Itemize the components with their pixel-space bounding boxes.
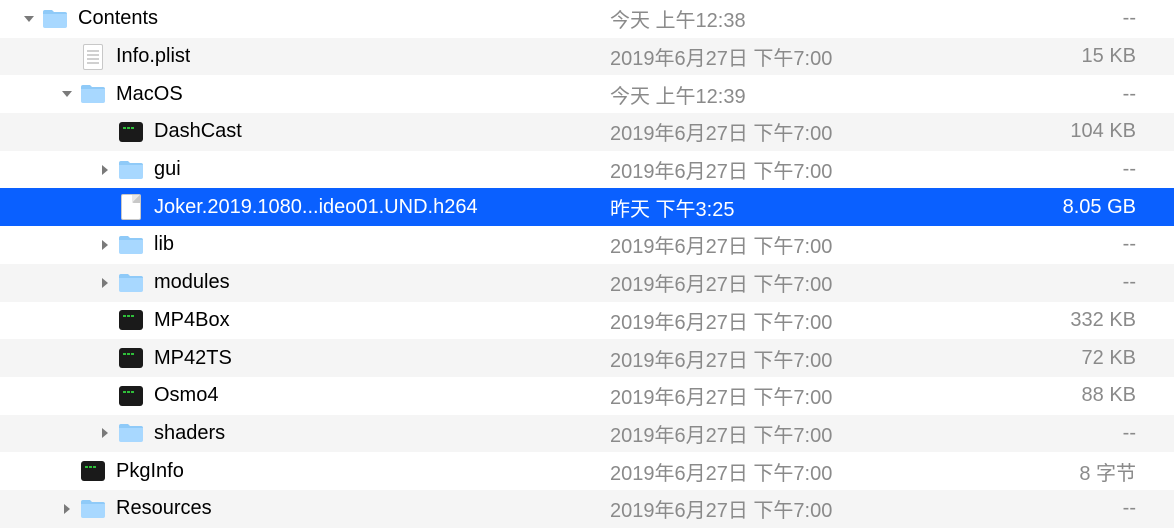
list-item[interactable]: MP42TS 2019年6月27日 下午7:0072 KB xyxy=(0,339,1174,377)
name-column: MacOS xyxy=(0,81,610,107)
item-name: Resources xyxy=(116,497,212,520)
item-name: gui xyxy=(154,158,181,181)
item-name: MP42TS xyxy=(154,347,232,370)
list-item[interactable]: MP4Box 2019年6月27日 下午7:00332 KB xyxy=(0,302,1174,340)
executable-icon xyxy=(118,119,144,145)
folder-icon xyxy=(118,270,144,296)
date-modified: 昨天 下午3:25 xyxy=(610,193,910,222)
file-size: 8.05 GB xyxy=(910,196,1174,219)
chevron-right-icon[interactable] xyxy=(96,274,114,292)
list-item[interactable]: Info.plist 2019年6月27日 下午7:0015 KB xyxy=(0,38,1174,76)
date-modified: 2019年6月27日 下午7:00 xyxy=(610,117,910,146)
list-item[interactable]: PkgInfo 2019年6月27日 下午7:008 字节 xyxy=(0,452,1174,490)
chevron-right-icon[interactable] xyxy=(96,161,114,179)
file-size: -- xyxy=(910,7,1174,30)
executable-icon xyxy=(80,458,106,484)
file-size: 88 KB xyxy=(910,384,1174,407)
name-column: PkgInfo xyxy=(0,458,610,484)
list-item[interactable]: MacOS 今天 上午12:39-- xyxy=(0,75,1174,113)
date-modified: 2019年6月27日 下午7:00 xyxy=(610,381,910,410)
name-column: Joker.2019.1080...ideo01.UND.h264 xyxy=(0,194,610,220)
list-item[interactable]: Osmo4 2019年6月27日 下午7:0088 KB xyxy=(0,377,1174,415)
name-column: modules xyxy=(0,270,610,296)
list-item[interactable]: Joker.2019.1080...ideo01.UND.h264 昨天 下午3:… xyxy=(0,188,1174,226)
item-name: shaders xyxy=(154,422,225,445)
name-column: Osmo4 xyxy=(0,383,610,409)
executable-icon xyxy=(118,383,144,409)
folder-icon xyxy=(118,232,144,258)
chevron-down-icon[interactable] xyxy=(58,85,76,103)
date-modified: 2019年6月27日 下午7:00 xyxy=(610,268,910,297)
executable-icon xyxy=(118,345,144,371)
chevron-right-icon[interactable] xyxy=(58,500,76,518)
list-item[interactable]: modules 2019年6月27日 下午7:00-- xyxy=(0,264,1174,302)
file-size: 104 KB xyxy=(910,120,1174,143)
date-modified: 今天 上午12:39 xyxy=(610,80,910,109)
folder-icon xyxy=(42,6,68,32)
date-modified: 2019年6月27日 下午7:00 xyxy=(610,494,910,523)
item-name: Joker.2019.1080...ideo01.UND.h264 xyxy=(154,196,478,219)
folder-icon xyxy=(80,81,106,107)
list-item[interactable]: Resources 2019年6月27日 下午7:00-- xyxy=(0,490,1174,528)
name-column: MP4Box xyxy=(0,307,610,333)
item-name: DashCast xyxy=(154,120,242,143)
item-name: PkgInfo xyxy=(116,460,184,483)
folder-icon xyxy=(118,157,144,183)
file-size: -- xyxy=(910,83,1174,106)
date-modified: 2019年6月27日 下午7:00 xyxy=(610,457,910,486)
executable-icon xyxy=(118,307,144,333)
folder-icon xyxy=(118,420,144,446)
item-name: MacOS xyxy=(116,83,183,106)
list-item[interactable]: lib 2019年6月27日 下午7:00-- xyxy=(0,226,1174,264)
finder-list[interactable]: Contents今天 上午12:38--Info.plist2019年6月27日… xyxy=(0,0,1174,528)
file-size: -- xyxy=(910,233,1174,256)
file-size: -- xyxy=(910,271,1174,294)
list-item[interactable]: gui 2019年6月27日 下午7:00-- xyxy=(0,151,1174,189)
file-icon xyxy=(118,194,144,220)
date-modified: 今天 上午12:38 xyxy=(610,4,910,33)
name-column: DashCast xyxy=(0,119,610,145)
file-size: 72 KB xyxy=(910,347,1174,370)
list-item[interactable]: DashCast 2019年6月27日 下午7:00104 KB xyxy=(0,113,1174,151)
list-item[interactable]: Contents 今天 上午12:38-- xyxy=(0,0,1174,38)
date-modified: 2019年6月27日 下午7:00 xyxy=(610,306,910,335)
file-size: 332 KB xyxy=(910,309,1174,332)
chevron-down-icon[interactable] xyxy=(20,10,38,28)
file-size: 15 KB xyxy=(910,45,1174,68)
list-item[interactable]: shaders 2019年6月27日 下午7:00-- xyxy=(0,415,1174,453)
chevron-right-icon[interactable] xyxy=(96,424,114,442)
date-modified: 2019年6月27日 下午7:00 xyxy=(610,419,910,448)
name-column: gui xyxy=(0,157,610,183)
chevron-right-icon[interactable] xyxy=(96,236,114,254)
file-size: -- xyxy=(910,158,1174,181)
name-column: Info.plist xyxy=(0,44,610,70)
file-size: -- xyxy=(910,422,1174,445)
item-name: Contents xyxy=(78,7,158,30)
name-column: Resources xyxy=(0,496,610,522)
folder-icon xyxy=(80,496,106,522)
date-modified: 2019年6月27日 下午7:00 xyxy=(610,42,910,71)
date-modified: 2019年6月27日 下午7:00 xyxy=(610,344,910,373)
name-column: shaders xyxy=(0,420,610,446)
date-modified: 2019年6月27日 下午7:00 xyxy=(610,230,910,259)
name-column: Contents xyxy=(0,6,610,32)
item-name: MP4Box xyxy=(154,309,230,332)
item-name: Info.plist xyxy=(116,45,190,68)
name-column: MP42TS xyxy=(0,345,610,371)
file-size: -- xyxy=(910,497,1174,520)
name-column: lib xyxy=(0,232,610,258)
item-name: Osmo4 xyxy=(154,384,218,407)
file-size: 8 字节 xyxy=(910,457,1174,486)
plist-icon xyxy=(80,44,106,70)
item-name: lib xyxy=(154,233,174,256)
item-name: modules xyxy=(154,271,230,294)
date-modified: 2019年6月27日 下午7:00 xyxy=(610,155,910,184)
